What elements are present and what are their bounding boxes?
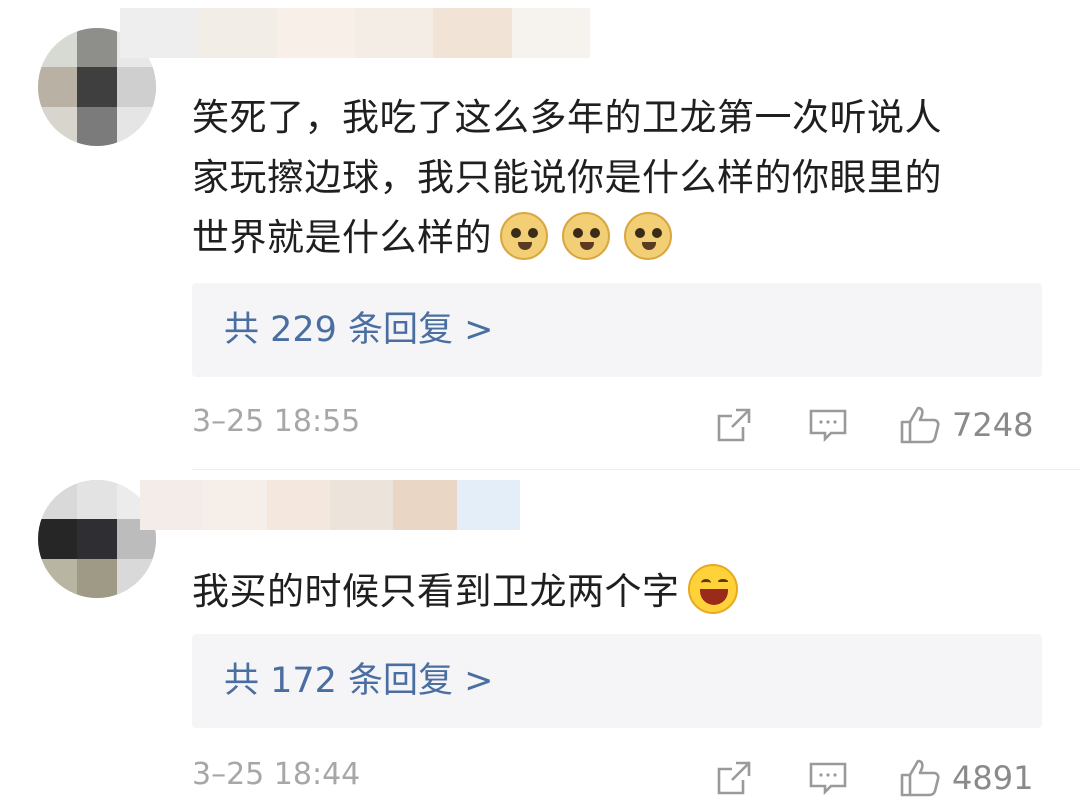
- comment-date: 3–25 18:44: [192, 757, 361, 792]
- share-button[interactable]: [714, 757, 754, 799]
- like-count: 4891: [952, 759, 1034, 797]
- view-replies-link[interactable]: 共 172 条回复 >: [224, 658, 494, 704]
- comment-text-line: 我买的时候只看到卫龙两个字: [192, 562, 1052, 622]
- comment-text: 笑死了，我吃了这么多年的卫龙第一次听说人 家玩擦边球，我只能说你是什么样的你眼里…: [192, 88, 1052, 268]
- like-button[interactable]: 4891: [898, 757, 1033, 799]
- comment-item: 我买的时候只看到卫龙两个字 共 172 条回复 > 3–25 18:44 489…: [0, 470, 1080, 808]
- reply-summary[interactable]: 共 172 条回复 >: [192, 634, 1042, 728]
- doge-emoji-icon: [624, 212, 672, 260]
- comment-icon: [809, 762, 847, 796]
- thumbs-up-icon: [900, 759, 940, 797]
- share-icon: [717, 761, 751, 795]
- share-button[interactable]: [714, 404, 754, 446]
- comment-button[interactable]: [807, 404, 849, 446]
- comment-text-line: 世界就是什么样的: [192, 208, 1052, 268]
- comment-item: 笑死了，我吃了这么多年的卫龙第一次听说人 家玩擦边球，我只能说你是什么样的你眼里…: [0, 0, 1080, 470]
- comment-meta: 3–25 18:55 7248: [192, 400, 1042, 450]
- username-redacted: [120, 8, 590, 58]
- thumbs-up-icon: [900, 406, 940, 444]
- doge-emoji-icon: [562, 212, 610, 260]
- like-button[interactable]: 7248: [898, 404, 1033, 446]
- comment-meta: 3–25 18:44 4891: [192, 753, 1042, 803]
- view-replies-link[interactable]: 共 229 条回复 >: [224, 307, 494, 353]
- comment-date: 3–25 18:55: [192, 404, 361, 439]
- username-redacted: [140, 480, 520, 530]
- like-count: 7248: [952, 406, 1034, 444]
- reply-summary[interactable]: 共 229 条回复 >: [192, 283, 1042, 377]
- laughing-emoji-icon: [687, 564, 738, 614]
- comment-button[interactable]: [807, 757, 849, 799]
- avatar[interactable]: [38, 480, 156, 598]
- share-icon: [717, 408, 751, 442]
- comment-icon: [809, 409, 847, 443]
- comment-text-line: 家玩擦边球，我只能说你是什么样的你眼里的: [192, 156, 942, 199]
- comment-text-line: 笑死了，我吃了这么多年的卫龙第一次听说人: [192, 96, 942, 139]
- comment-text: 我买的时候只看到卫龙两个字: [192, 562, 1052, 622]
- doge-emoji-icon: [500, 212, 548, 260]
